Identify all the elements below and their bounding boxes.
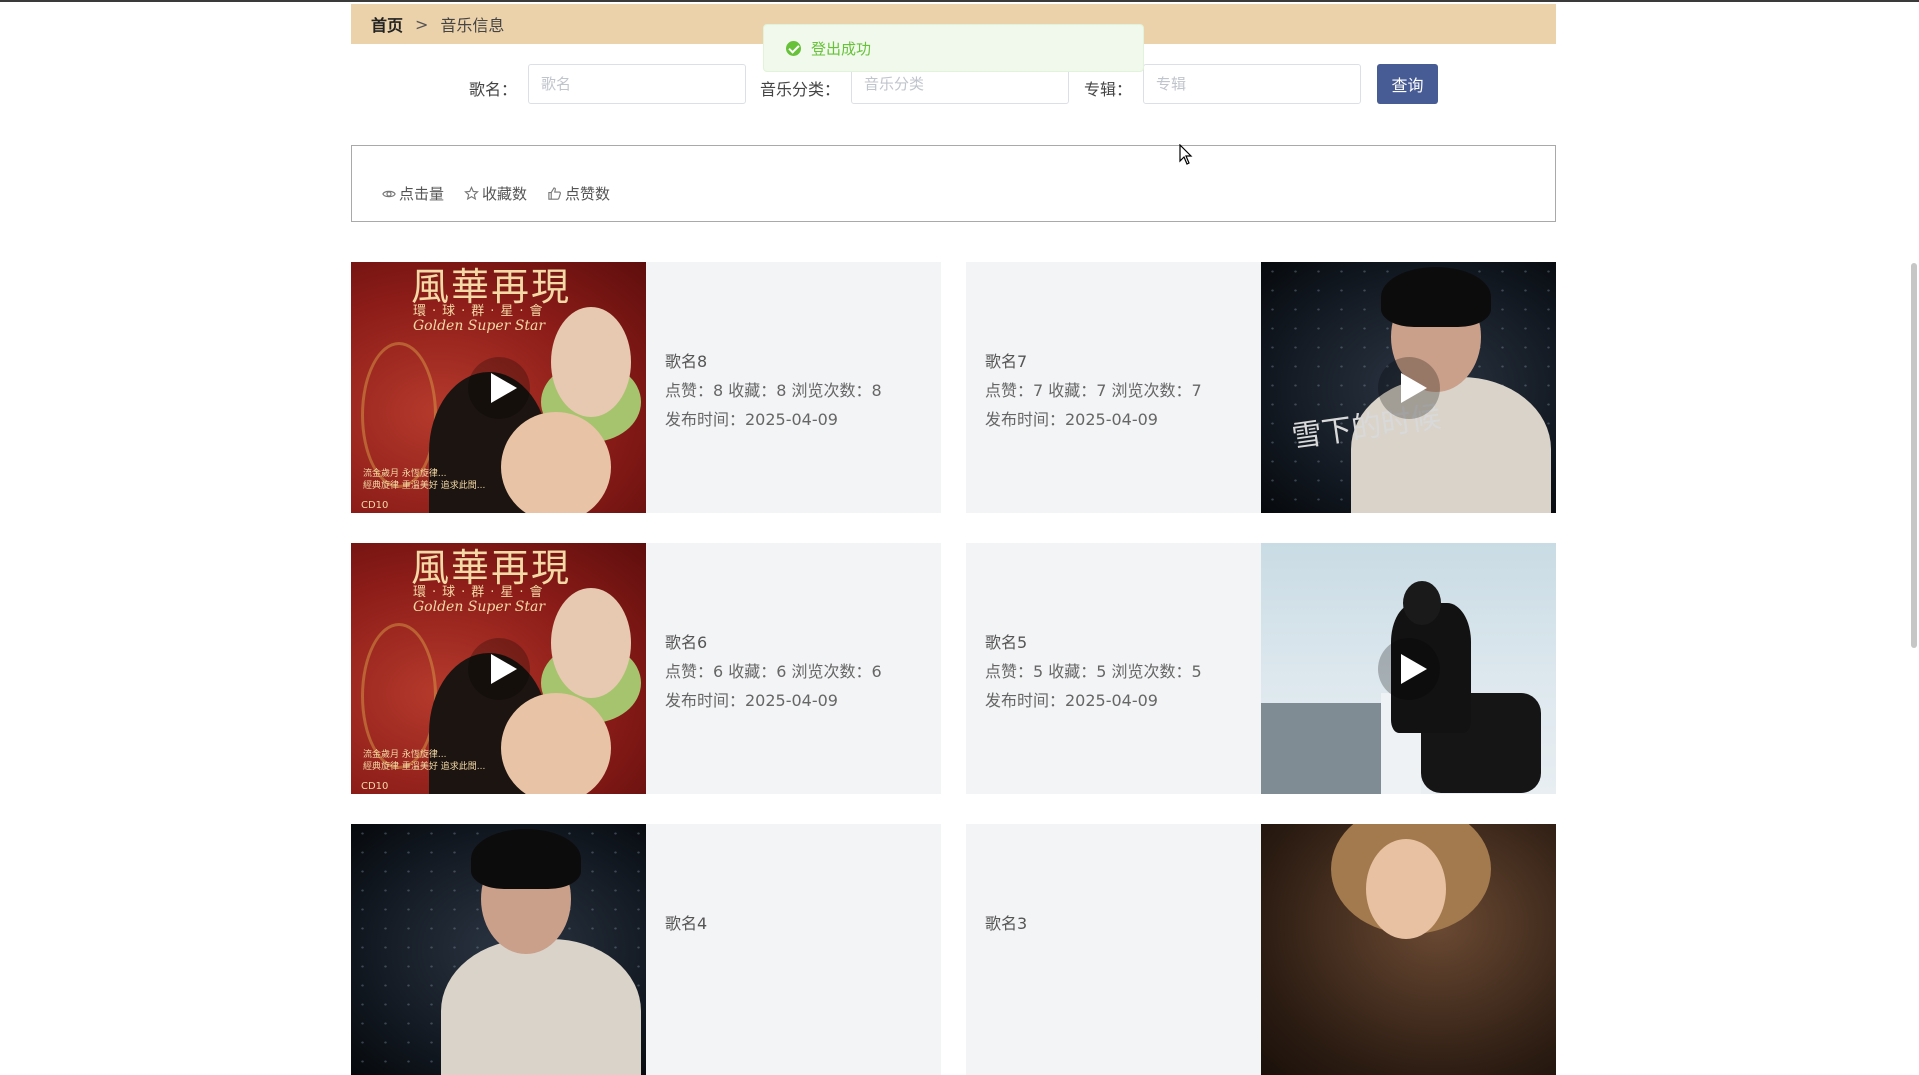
breadcrumb-home[interactable]: 首页 <box>371 12 403 36</box>
play-icon[interactable] <box>1378 357 1440 419</box>
song-info: 歌名4 <box>646 824 941 1075</box>
window-top-border <box>0 0 1919 2</box>
play-icon[interactable] <box>1378 638 1440 700</box>
eye-icon <box>382 190 396 197</box>
song-stats: 点赞：6 收藏：6 浏览次数：6 <box>665 662 882 681</box>
song-name-label: 歌名： <box>469 80 518 99</box>
song-title[interactable]: 歌名7 <box>985 348 1027 372</box>
sort-bar: 点击量 收藏数 点赞数 <box>351 166 1556 222</box>
logout-success-toast: 登出成功 <box>763 24 1144 72</box>
cover-english: Golden Super Star <box>413 318 546 334</box>
song-cover-image[interactable] <box>1261 824 1556 1075</box>
page-scrollbar[interactable] <box>1911 263 1917 648</box>
song-cover-image[interactable]: 風華再現 環·球·群·星·會 Golden Super Star 流金歲月 永恆… <box>351 543 646 794</box>
song-stats: 点赞：5 收藏：5 浏览次数：5 <box>985 662 1202 681</box>
song-card[interactable]: 歌名5 点赞：5 收藏：5 浏览次数：5 发布时间：2025-04-09 <box>966 543 1556 794</box>
song-card[interactable]: 歌名7 点赞：7 收藏：7 浏览次数：7 发布时间：2025-04-09 雪下的… <box>966 262 1556 513</box>
thumbs-up-icon <box>548 187 561 200</box>
song-date: 发布时间：2025-04-09 <box>665 410 838 429</box>
sort-by-favorites[interactable]: 收藏数 <box>464 183 527 204</box>
cover-disc: CD10 <box>361 781 389 792</box>
sort-by-likes[interactable]: 点赞数 <box>547 183 610 204</box>
star-icon <box>464 186 479 201</box>
song-info: 歌名6 点赞：6 收藏：6 浏览次数：6 发布时间：2025-04-09 <box>646 543 941 794</box>
cover-footer-line2: 經典旋律 重溫美好 追求此間... <box>363 481 486 491</box>
play-icon[interactable] <box>468 638 530 700</box>
song-stats: 点赞：7 收藏：7 浏览次数：7 <box>985 381 1202 400</box>
song-cover-image[interactable] <box>1261 543 1556 794</box>
song-cover-image[interactable] <box>351 824 646 1075</box>
song-cover-image[interactable]: 雪下的时候 <box>1261 262 1556 513</box>
query-button[interactable]: 查询 <box>1377 64 1438 104</box>
cover-footer-line2: 經典旋律 重溫美好 追求此間... <box>363 762 486 772</box>
song-date: 发布时间：2025-04-09 <box>665 691 838 710</box>
song-info: 歌名5 点赞：5 收藏：5 浏览次数：5 发布时间：2025-04-09 <box>966 543 1261 794</box>
cover-disc: CD10 <box>361 500 389 511</box>
toast-message: 登出成功 <box>811 39 872 58</box>
song-info: 歌名8 点赞：8 收藏：8 浏览次数：8 发布时间：2025-04-09 <box>646 262 941 513</box>
song-title[interactable]: 歌名4 <box>665 910 707 934</box>
song-name-input[interactable] <box>528 64 746 104</box>
song-info: 歌名3 <box>966 824 1261 1075</box>
cover-english: Golden Super Star <box>413 599 546 615</box>
cover-footer-line1: 流金歲月 永恆旋律... <box>363 469 447 479</box>
sort-clicks-label: 点击量 <box>399 185 445 203</box>
breadcrumb-current: 音乐信息 <box>440 16 505 35</box>
song-card[interactable]: 風華再現 環·球·群·星·會 Golden Super Star 流金歲月 永恆… <box>351 543 941 794</box>
song-date: 发布时间：2025-04-09 <box>985 410 1158 429</box>
song-title[interactable]: 歌名3 <box>985 910 1027 934</box>
song-title[interactable]: 歌名8 <box>665 348 707 372</box>
sort-strip <box>351 145 1556 167</box>
category-label: 音乐分类： <box>760 80 841 99</box>
song-cover-image[interactable]: 風華再現 環·球·群·星·會 Golden Super Star 流金歲月 永恆… <box>351 262 646 513</box>
song-card[interactable]: 歌名4 <box>351 824 941 1075</box>
song-title[interactable]: 歌名5 <box>985 629 1027 653</box>
song-card[interactable]: 歌名3 <box>966 824 1556 1075</box>
breadcrumb-separator: > <box>415 14 429 34</box>
album-input[interactable] <box>1143 64 1361 104</box>
song-date: 发布时间：2025-04-09 <box>985 691 1158 710</box>
song-info: 歌名7 点赞：7 收藏：7 浏览次数：7 发布时间：2025-04-09 <box>966 262 1261 513</box>
play-icon[interactable] <box>468 357 530 419</box>
sort-likes-label: 点赞数 <box>565 185 611 203</box>
song-title[interactable]: 歌名6 <box>665 629 707 653</box>
album-label: 专辑： <box>1084 80 1133 99</box>
mouse-cursor-icon <box>1179 144 1193 165</box>
sort-by-clicks[interactable]: 点击量 <box>382 183 444 204</box>
song-stats: 点赞：8 收藏：8 浏览次数：8 <box>665 381 882 400</box>
check-circle-icon <box>786 40 801 56</box>
cover-subtitle: 環·球·群·星·會 <box>413 585 549 600</box>
sort-favorites-label: 收藏数 <box>482 185 528 203</box>
cover-subtitle: 環·球·群·星·會 <box>413 304 549 319</box>
cover-footer-line1: 流金歲月 永恆旋律... <box>363 750 447 760</box>
song-card[interactable]: 風華再現 環·球·群·星·會 Golden Super Star 流金歲月 永恆… <box>351 262 941 513</box>
